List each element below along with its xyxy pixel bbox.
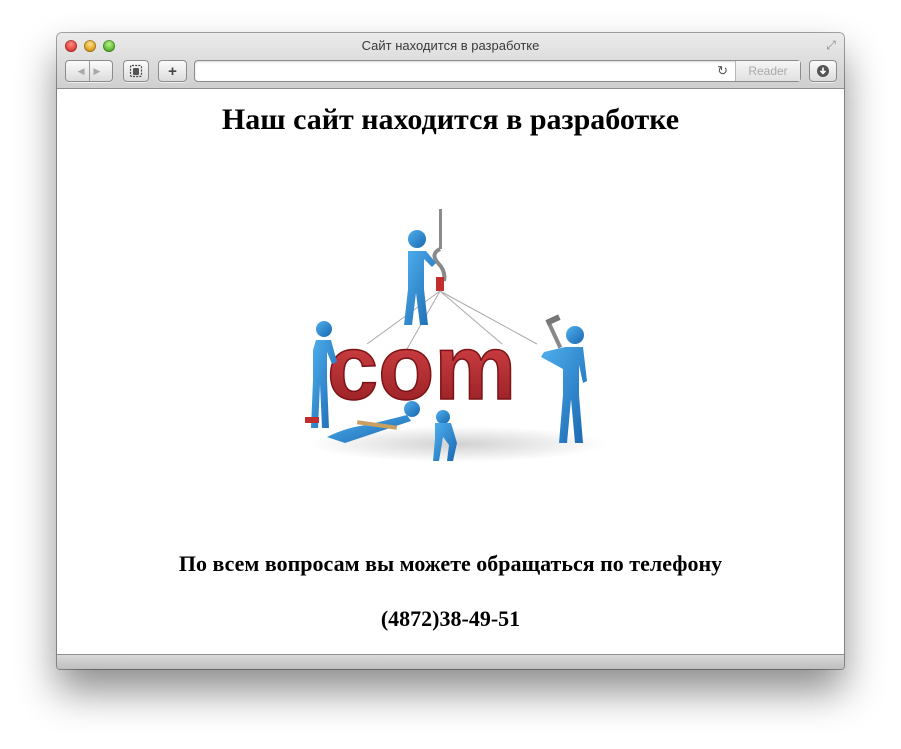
nav-buttons: ◀ ▶ [65, 60, 113, 82]
new-tab-button[interactable]: + [158, 60, 187, 82]
forward-button[interactable]: ▶ [94, 66, 101, 77]
status-bar [57, 654, 844, 669]
under-construction-illustration: com [305, 209, 607, 462]
browser-window: Сайт находится в разработке ⤢ ◀ ▶ + ↻ Re… [57, 33, 844, 669]
address-bar[interactable]: ↻ Reader [194, 60, 801, 82]
nav-divider [88, 61, 90, 81]
reader-button[interactable]: Reader [735, 61, 800, 81]
page-headline: Наш сайт находится в разработке [221, 103, 680, 136]
fullscreen-icon[interactable]: ⤢ [824, 38, 838, 52]
com-letters: com [327, 317, 516, 419]
tabs-icon [129, 64, 143, 78]
figure-right-icon [541, 314, 587, 443]
title-bar: Сайт находится в разработке ⤢ ◀ ▶ + ↻ Re… [57, 33, 844, 89]
contact-text: По всем вопросам вы можете обращаться по… [178, 551, 723, 576]
phone-number[interactable]: (4872)38-49-51 [57, 606, 844, 632]
reload-icon[interactable]: ↻ [717, 63, 728, 79]
window-title: Сайт находится в разработке [361, 38, 540, 53]
show-all-tabs-button[interactable] [123, 60, 149, 82]
figure-top-icon [404, 230, 436, 325]
download-icon [817, 65, 829, 77]
page-content: Наш сайт находится в разработке com По в… [57, 89, 844, 654]
back-button[interactable]: ◀ [78, 66, 85, 77]
downloads-button[interactable] [809, 60, 837, 82]
